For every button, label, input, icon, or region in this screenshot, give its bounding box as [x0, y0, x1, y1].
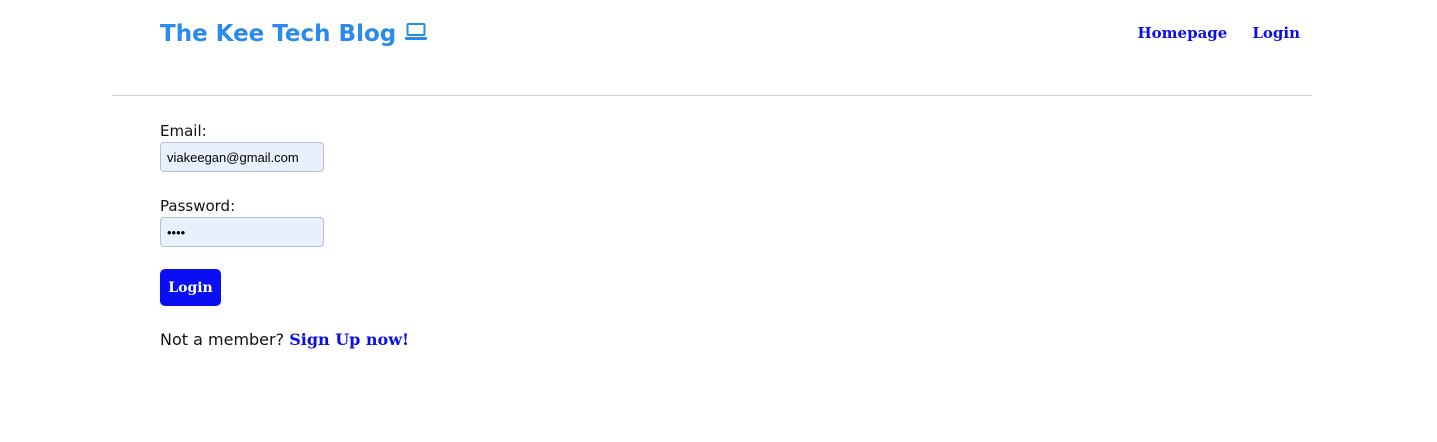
brand-title: The Kee Tech Blog [160, 21, 397, 47]
site-header: The Kee Tech Blog Homepage Login [112, 0, 1312, 96]
brand-link[interactable]: The Kee Tech Blog [160, 19, 428, 49]
password-group: Password: [160, 197, 560, 247]
signup-link[interactable]: Sign Up now! [289, 330, 409, 349]
password-field[interactable] [160, 217, 324, 247]
password-label: Password: [160, 197, 236, 215]
signup-prompt-line: Not a member? Sign Up now! [160, 330, 560, 349]
nav-homepage-link[interactable]: Homepage [1138, 24, 1228, 42]
laptop-icon [404, 22, 428, 42]
email-label: Email: [160, 122, 207, 140]
signup-prompt: Not a member? [160, 330, 285, 349]
main-nav: Homepage Login [1138, 24, 1301, 42]
login-form: Email: Password: Login Not a member? Sig… [160, 122, 560, 349]
nav-login-link[interactable]: Login [1252, 24, 1300, 42]
email-field[interactable] [160, 142, 324, 172]
email-group: Email: [160, 122, 560, 172]
login-button[interactable]: Login [160, 269, 221, 306]
